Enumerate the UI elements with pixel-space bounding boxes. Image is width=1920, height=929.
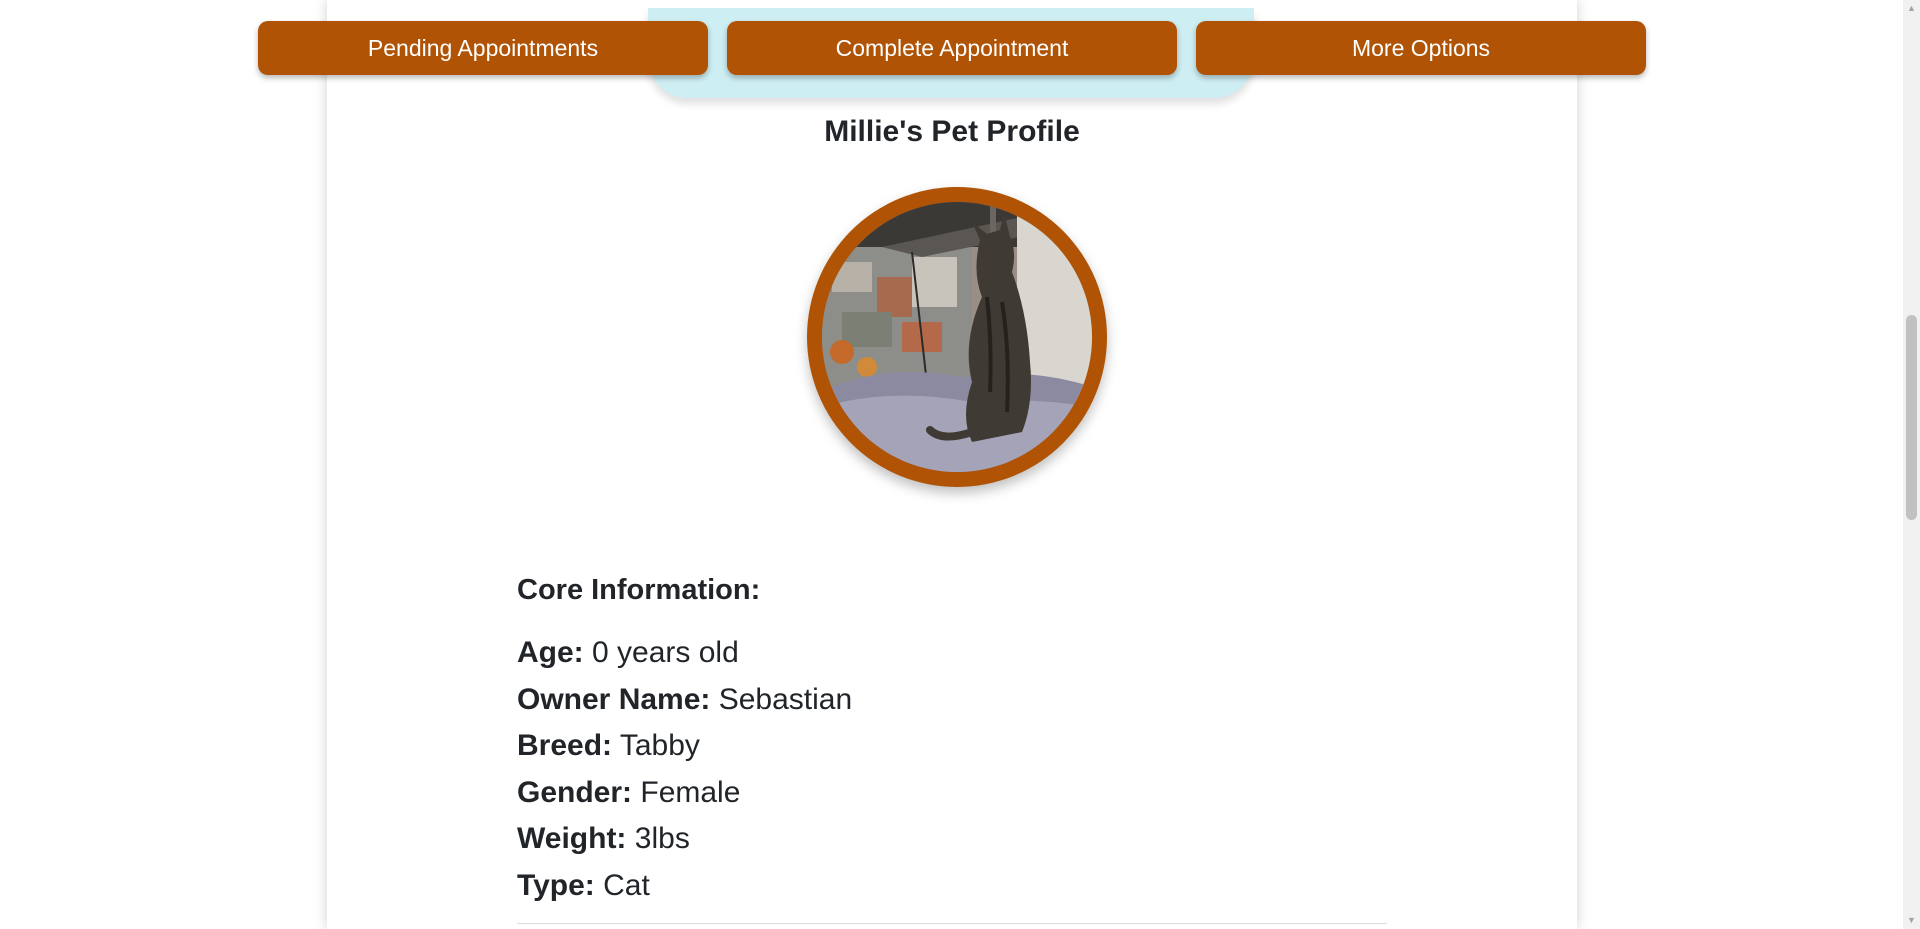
pet-photo — [822, 202, 1092, 472]
more-options-button[interactable]: More Options — [1196, 21, 1646, 75]
scroll-up-icon[interactable]: ▲ — [1903, 0, 1920, 17]
pending-appointments-button[interactable]: Pending Appointments — [258, 21, 708, 75]
info-row-type: Type: Cat — [517, 863, 1387, 910]
info-label: Weight: — [517, 822, 627, 855]
info-value: Female — [640, 775, 741, 809]
section-divider — [517, 923, 1387, 924]
info-value: 0 years old — [592, 636, 739, 669]
info-value: Cat — [603, 868, 650, 902]
info-label: Owner Name: — [517, 682, 711, 716]
info-label: Age: — [517, 636, 584, 669]
info-row-breed: Breed: Tabby — [517, 723, 1387, 770]
scroll-down-icon[interactable]: ▼ — [1903, 912, 1920, 929]
info-label: Type: — [517, 868, 595, 902]
core-information-section: Core Information: Age: 0 years old Owner… — [517, 570, 1387, 909]
complete-appointment-button[interactable]: Complete Appointment — [727, 21, 1177, 75]
page: Pending Appointments Complete Appointmen… — [0, 0, 1920, 929]
info-label: Gender: — [517, 775, 633, 809]
info-value: Tabby — [619, 729, 700, 762]
scrollbar-thumb[interactable] — [1906, 315, 1917, 520]
top-nav: Pending Appointments Complete Appointmen… — [258, 21, 1646, 75]
info-row-owner-name: Owner Name: Sebastian — [517, 677, 1387, 724]
info-value: Sebastian — [718, 682, 853, 716]
info-value: 3lbs — [634, 822, 690, 855]
info-row-weight: Weight: 3lbs — [517, 816, 1387, 863]
info-row-age: Age: 0 years old — [517, 630, 1387, 677]
page-title: Millie's Pet Profile — [824, 115, 1080, 148]
info-row-gender: Gender: Female — [517, 770, 1387, 817]
pet-photo-frame — [807, 187, 1107, 487]
info-label: Breed: — [517, 729, 613, 762]
vertical-scrollbar[interactable]: ▲ ▼ — [1903, 0, 1920, 929]
core-information-heading: Core Information: — [517, 574, 761, 606]
